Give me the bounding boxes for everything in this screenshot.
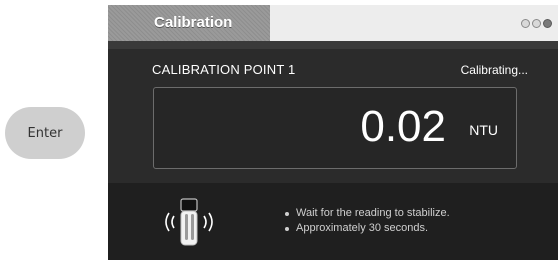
instruction-panel: Wait for the reading to stabilize. Appro… — [108, 183, 558, 260]
maximize-icon[interactable] — [532, 19, 541, 28]
instruction-item: Wait for the reading to stabilize. — [284, 206, 450, 221]
window-controls — [521, 19, 552, 28]
calibration-point-label: CALIBRATION POINT 1 — [152, 62, 296, 77]
instruction-list: Wait for the reading to stabilize. Appro… — [284, 206, 450, 236]
header-strip — [108, 41, 558, 49]
title-bar: Calibration — [108, 5, 558, 41]
vial-reading-icon — [165, 198, 213, 246]
enter-button[interactable]: Enter — [5, 107, 85, 159]
window-title: Calibration — [154, 14, 233, 31]
reading-unit: NTU — [469, 122, 498, 138]
calibration-window: Calibration CALIBRATION POINT 1 Calibrat… — [108, 5, 558, 260]
minimize-icon[interactable] — [521, 19, 530, 28]
calibration-status: Calibrating... — [460, 63, 528, 77]
title-tab: Calibration — [108, 5, 270, 41]
enter-button-label: Enter — [27, 125, 63, 141]
reading-value: 0.02 — [360, 102, 446, 151]
instruction-item: Approximately 30 seconds. — [284, 221, 450, 236]
close-icon[interactable] — [543, 19, 552, 28]
reading-display: 0.02 NTU — [153, 87, 517, 169]
